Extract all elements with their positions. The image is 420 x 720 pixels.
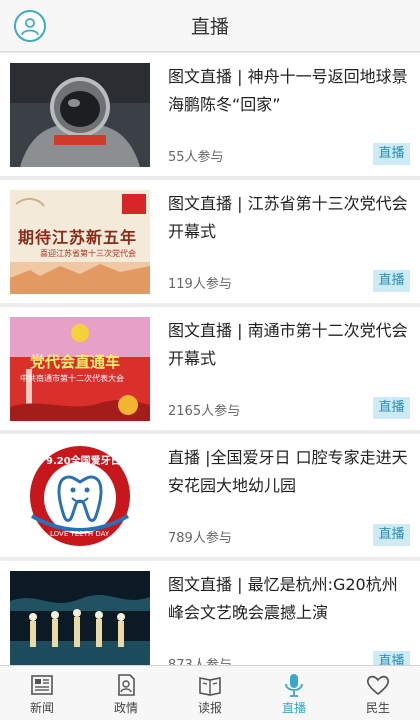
g20-gala-thumbnail [10, 571, 150, 665]
tab-label: 政情 [113, 701, 138, 715]
item-title: 图文直播 | 最忆是杭州:G20杭州峰会文艺晚会震撼上演 [168, 575, 398, 622]
list-item[interactable]: 党代会直通车 中共南通市第十二次代表大会 图文直播 | 南通市第十二次党代会开幕… [0, 307, 420, 430]
thumbnail-caption: 9.20全国爱牙日 [46, 456, 121, 467]
item-title: 图文直播 | 江苏省第十三次党代会开幕式 [168, 194, 408, 241]
astronaut-thumbnail [10, 63, 150, 167]
thumbnail-subcaption: LOVE TEETH DAY [50, 530, 110, 538]
live-list: 图文直播 | 神舟十一号返回地球景海鹏陈冬“回家” 55人参与 直播 期待江苏新… [0, 53, 420, 665]
live-badge: 直播 [373, 651, 410, 665]
item-title: 图文直播 | 神舟十一号返回地球景海鹏陈冬“回家” [168, 67, 408, 114]
tab-read-paper[interactable]: 读报 [168, 666, 252, 720]
participant-count: 55人参与 [168, 150, 224, 165]
item-title: 图文直播 | 南通市第十二次党代会开幕式 [168, 321, 408, 368]
list-item[interactable]: 9.20全国爱牙日 LOVE TEETH DAY 直播 |全国爱牙日 口腔专家走… [0, 434, 420, 557]
thumbnail-caption: 期待江苏新五年 [18, 228, 138, 247]
thumbnail-caption: 党代会直通车 [30, 353, 121, 371]
tab-label: 直播 [281, 701, 306, 715]
tab-live[interactable]: 直播 [252, 666, 336, 720]
microphone-icon [285, 674, 303, 697]
bottom-tab-bar: 新闻 政情 读报 直播 民生 [0, 665, 420, 720]
live-badge: 直播 [373, 524, 410, 546]
list-item[interactable]: 图文直播 | 最忆是杭州:G20杭州峰会文艺晚会震撼上演 873人参与 直播 [0, 561, 420, 665]
participant-count: 2165人参与 [168, 404, 241, 419]
thumbnail-subcaption: 喜迎江苏省第十三次党代会 [40, 249, 136, 258]
page-title: 直播 [190, 16, 229, 38]
top-bar: 直播 [0, 0, 420, 52]
tab-label: 读报 [197, 701, 222, 715]
teeth-day-thumbnail: 9.20全国爱牙日 LOVE TEETH DAY [10, 444, 150, 548]
participant-count: 873人参与 [168, 654, 232, 665]
congress-thumbnail: 期待江苏新五年 喜迎江苏省第十三次党代会 [10, 190, 150, 294]
tab-label: 民生 [365, 701, 390, 715]
tab-politics[interactable]: 政情 [84, 666, 168, 720]
thumbnail-subcaption: 中共南通市第十二次代表大会 [20, 374, 124, 383]
live-badge: 直播 [373, 143, 410, 165]
live-badge: 直播 [373, 270, 410, 292]
newspaper-icon [31, 675, 53, 695]
live-badge: 直播 [373, 397, 410, 419]
tab-news[interactable]: 新闻 [0, 666, 84, 720]
nantong-congress-thumbnail: 党代会直通车 中共南通市第十二次代表大会 [10, 317, 150, 421]
tab-livelihood[interactable]: 民生 [336, 666, 420, 720]
item-title: 直播 |全国爱牙日 口腔专家走进天安花园大地幼儿园 [168, 448, 408, 495]
heart-icon [366, 675, 390, 696]
participant-count: 789人参与 [168, 531, 232, 546]
book-icon [199, 677, 221, 696]
list-item[interactable]: 期待江苏新五年 喜迎江苏省第十三次党代会 图文直播 | 江苏省第十三次党代会开幕… [0, 180, 420, 303]
list-item[interactable]: 图文直播 | 神舟十一号返回地球景海鹏陈冬“回家” 55人参与 直播 [0, 53, 420, 176]
document-icon [118, 674, 135, 696]
participant-count: 119人参与 [168, 277, 232, 292]
tab-label: 新闻 [29, 701, 54, 715]
